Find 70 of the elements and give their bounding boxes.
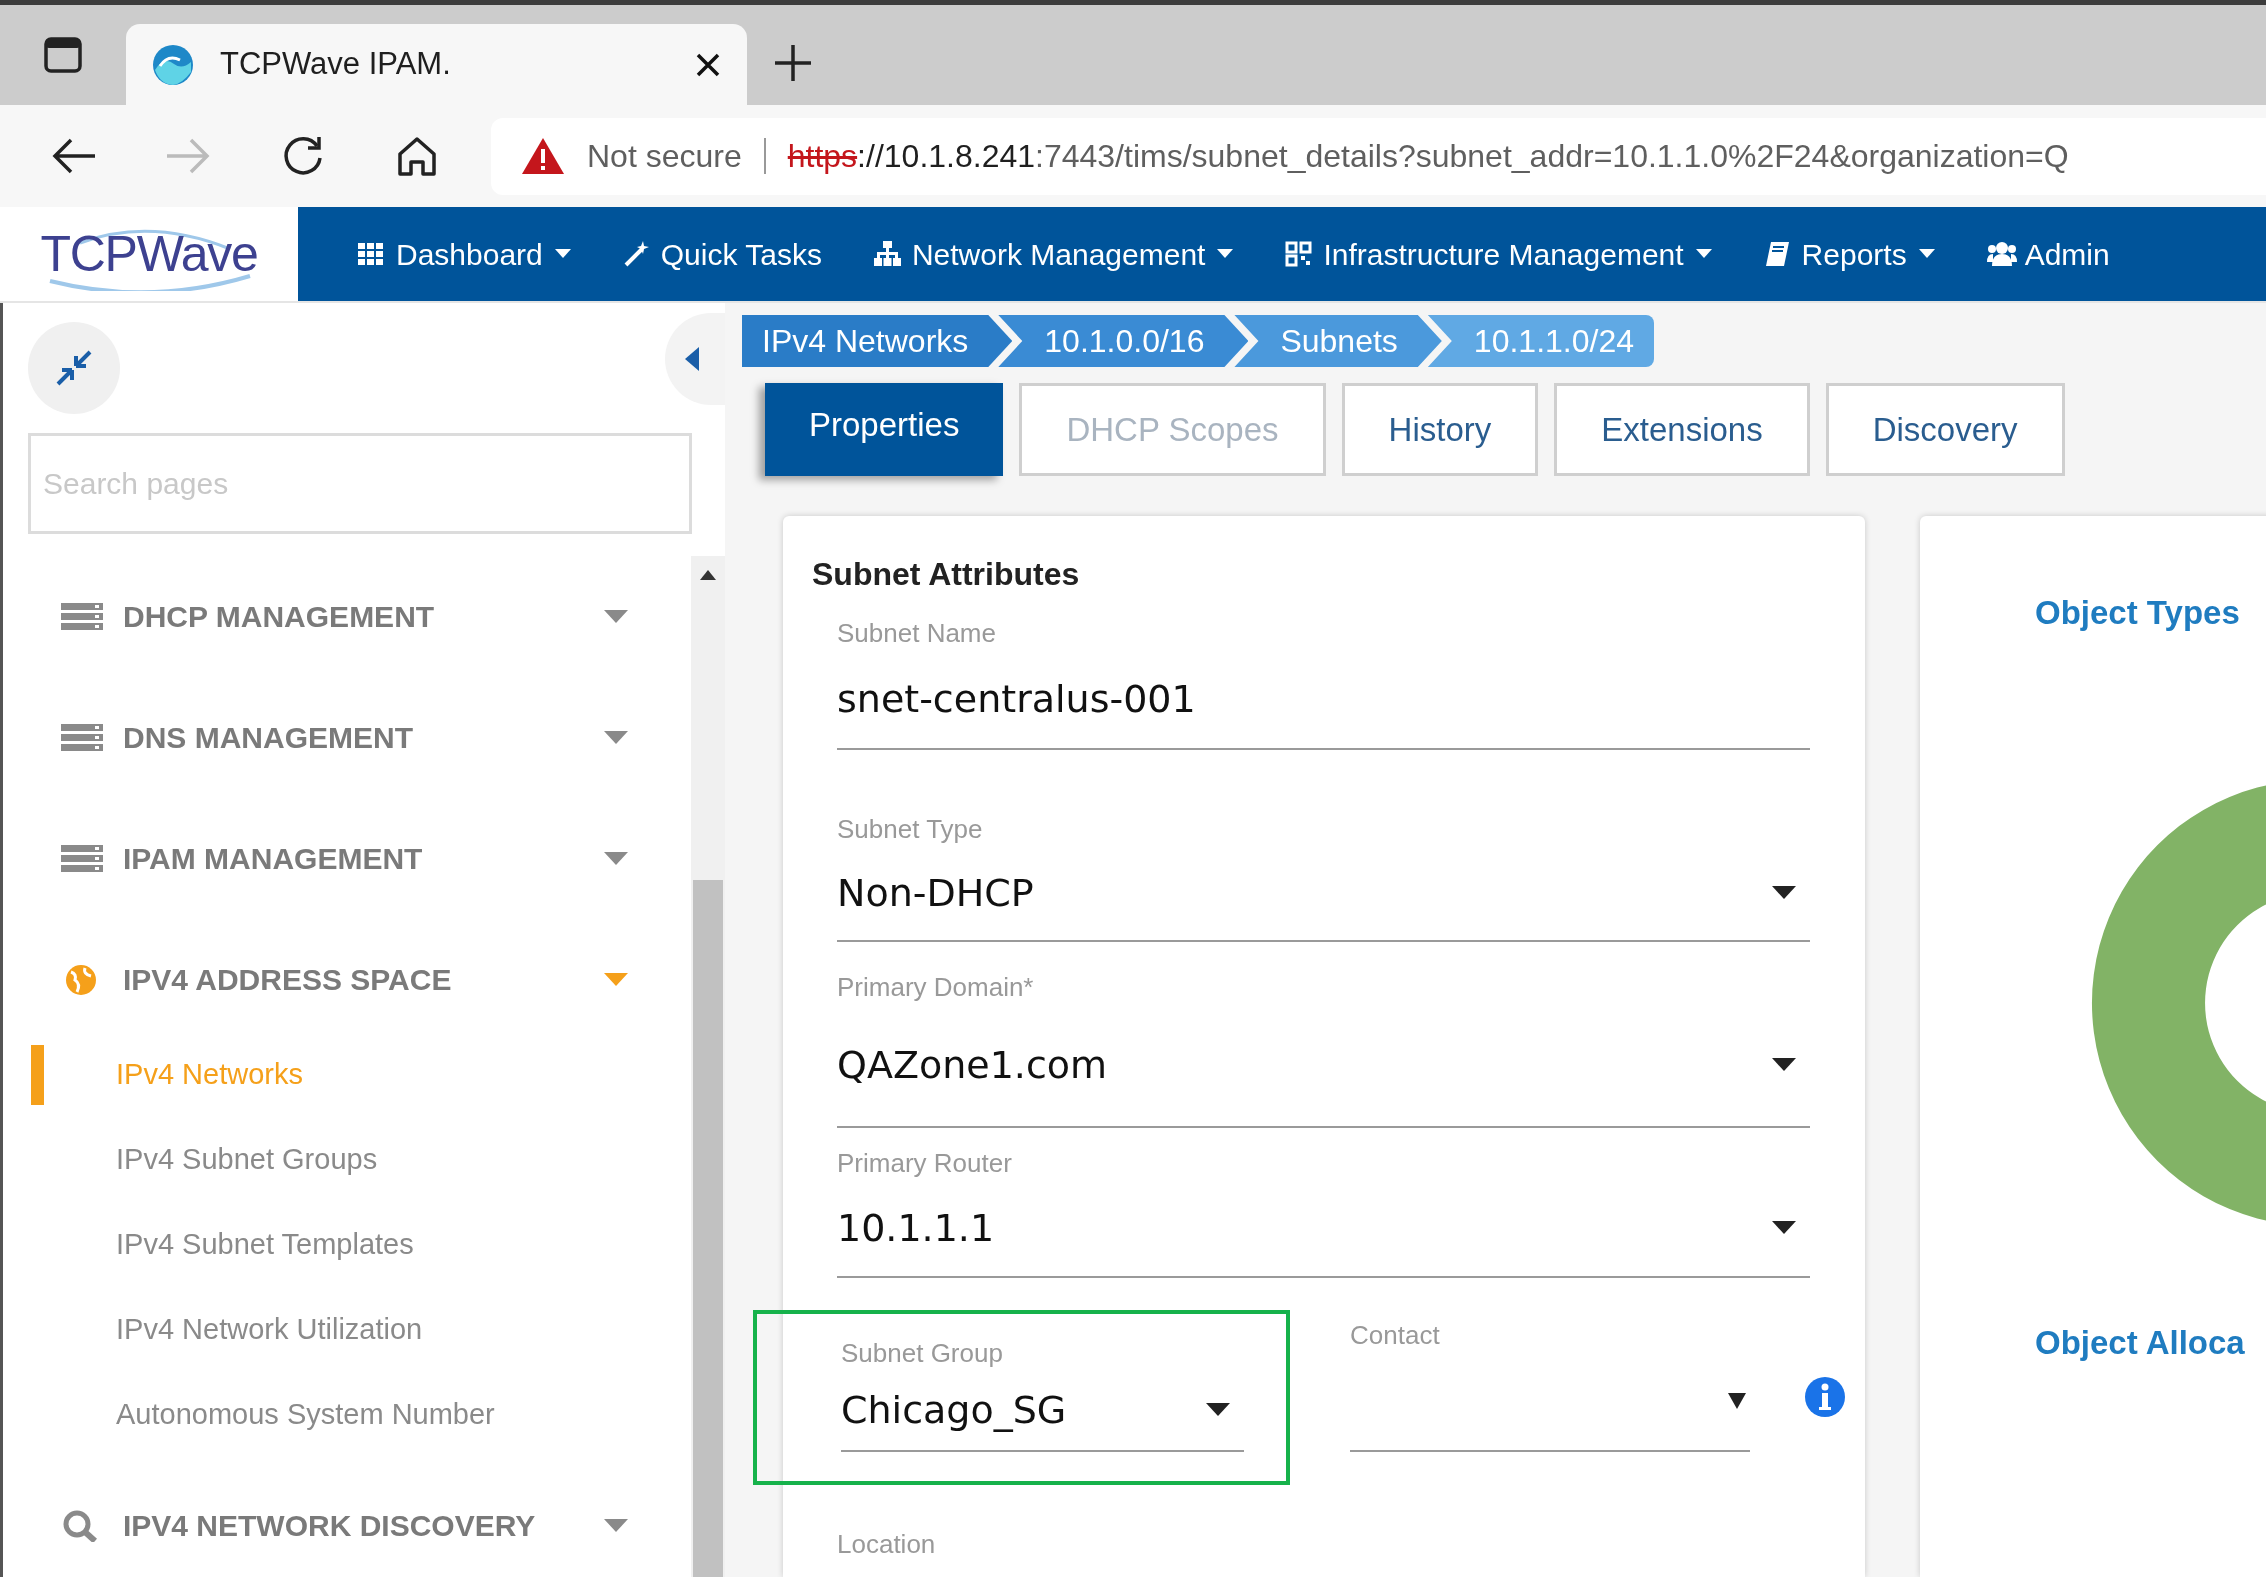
info-icon[interactable]: [1804, 1376, 1846, 1418]
breadcrumb-link[interactable]: IPv4 Networks: [742, 315, 1013, 367]
selection-bar: [31, 1044, 44, 1105]
sidebar-link[interactable]: Autonomous System Number: [116, 1392, 495, 1437]
sidebar-section[interactable]: DNS MANAGEMENT: [3, 677, 663, 798]
caret-icon: [1772, 1221, 1796, 1235]
server-icon: [61, 842, 105, 875]
tab[interactable]: Extensions: [1554, 383, 1810, 476]
browser-tab[interactable]: TCPWave IPAM.: [126, 24, 747, 105]
reload-icon[interactable]: [281, 134, 325, 178]
nav-menu[interactable]: Dashboard: [358, 231, 571, 277]
field-label: Subnet Type: [837, 813, 984, 846]
warning-icon: [521, 136, 565, 176]
app-logo[interactable]: TCPWave: [40, 216, 258, 292]
sidebar-section[interactable]: DHCP MANAGEMENT: [3, 556, 663, 677]
tab-title: TCPWave IPAM.: [220, 45, 452, 84]
dropdown-field[interactable]: QAZone1.com: [837, 1004, 1810, 1128]
field-label: Contact: [1350, 1319, 1441, 1352]
nav-icon: [1986, 240, 2017, 268]
field-label: Location: [836, 1528, 937, 1561]
caret-icon: [1772, 886, 1796, 900]
server-icon: [61, 600, 105, 633]
url-text: https://10.1.8.241:7443/tims/subnet_details?subnet_addr=10.1.1.0%2F24&organization=Q: [787, 137, 2069, 176]
tab[interactable]: Properties: [765, 383, 1004, 476]
plus-icon[interactable]: [773, 43, 813, 83]
scroll-up-icon: [700, 570, 716, 580]
wave-logo-icon: [152, 43, 194, 86]
scrollbar[interactable]: [691, 556, 725, 1577]
nav-menu[interactable]: Quick Tasks: [622, 231, 822, 277]
dropdown-field[interactable]: Non-DHCP: [837, 846, 1810, 942]
sidebar-link[interactable]: IPv4 Subnet Templates: [116, 1222, 414, 1267]
caret-icon: [1728, 1393, 1746, 1409]
caret-icon: [1918, 249, 1935, 259]
nav-menu[interactable]: Reports: [1763, 231, 1935, 277]
sidebar-link[interactable]: IPv4 Subnet Groups: [116, 1137, 378, 1182]
nav-menu[interactable]: Admin: [1986, 231, 2110, 277]
caret-icon: [1772, 1058, 1796, 1072]
address-bar[interactable]: Not secure https://10.1.8.241:7443/tims/subnet_details?subnet_addr=10.1.1.0%2F24&organization=Q: [491, 117, 2266, 195]
field-label: Subnet Group: [841, 1337, 1004, 1370]
caret-icon: [554, 249, 571, 259]
tab[interactable]: History: [1341, 383, 1539, 476]
input-field[interactable]: snet-centralus-001: [837, 650, 1810, 750]
chart-title: Object Types: [2035, 593, 2241, 633]
field-label: Subnet Name: [837, 617, 997, 650]
caret-icon: [1217, 249, 1234, 259]
field-label: Primary Router: [837, 1147, 1013, 1180]
nav-menu[interactable]: Infrastructure Management: [1285, 231, 1712, 277]
chart-title: Object Alloca: [2035, 1322, 2246, 1363]
nav-menu[interactable]: Network Management: [873, 231, 1234, 277]
nav-icon: [873, 240, 904, 268]
security-label[interactable]: Not secure: [587, 132, 742, 180]
sidebar-section[interactable]: IPV4 ADDRESS SPACE: [3, 919, 663, 1040]
caret-icon: [1695, 249, 1712, 259]
home-icon[interactable]: [395, 134, 439, 178]
triangle-left-icon: [685, 347, 699, 371]
back-arrow-icon[interactable]: [51, 136, 97, 176]
close-icon[interactable]: [695, 51, 721, 78]
dropdown-field[interactable]: Chicago_SG: [841, 1370, 1244, 1452]
sidebar-toggle-icon[interactable]: [43, 35, 83, 75]
sidebar-link[interactable]: IPv4 Network Utilization: [116, 1307, 423, 1352]
compress-arrows-icon: [54, 348, 94, 388]
server-icon: [61, 721, 105, 754]
card-title: Subnet Attributes: [812, 555, 1081, 594]
caret-icon: [1206, 1403, 1230, 1417]
sidebar-section[interactable]: IPV4 NETWORK DISCOVERY: [3, 1465, 663, 1577]
dropdown-field[interactable]: 10.1.1.1: [837, 1180, 1810, 1278]
tab[interactable]: Discovery: [1825, 383, 2065, 476]
breadcrumb-link[interactable]: 10.1.0.0/16: [998, 315, 1249, 367]
field-label: Primary Domain*: [837, 971, 1035, 1004]
sidebar-section[interactable]: IPAM MANAGEMENT: [3, 798, 663, 919]
